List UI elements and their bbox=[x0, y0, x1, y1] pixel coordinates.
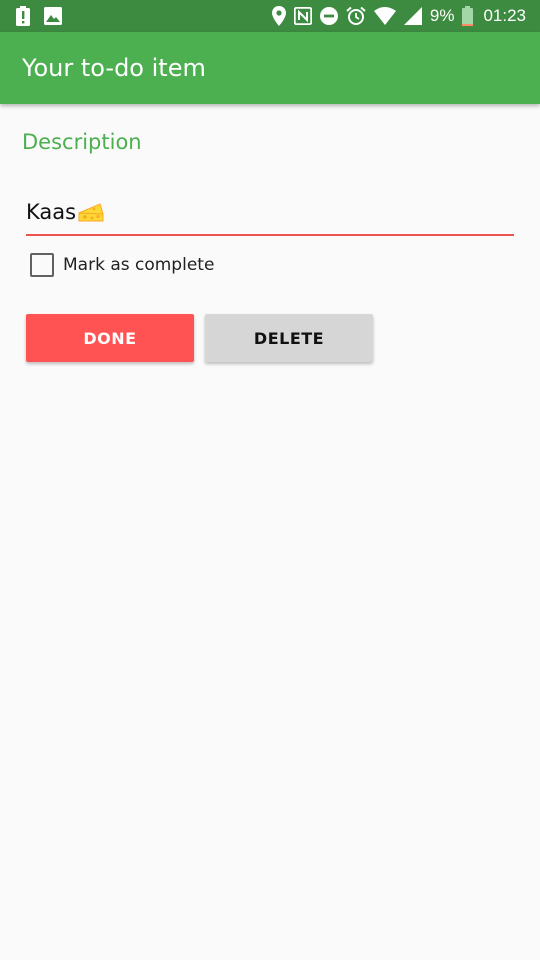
battery-percentage: 9% bbox=[429, 6, 455, 25]
wifi-icon bbox=[373, 7, 396, 25]
mark-complete-checkbox[interactable] bbox=[30, 253, 54, 277]
status-bar-right: 9% 01:23 bbox=[264, 6, 526, 26]
status-bar-left bbox=[16, 6, 76, 26]
location-icon bbox=[271, 6, 286, 26]
battery-icon bbox=[462, 6, 474, 26]
mark-complete-label: Mark as complete bbox=[63, 255, 215, 275]
description-field[interactable]: Kaas bbox=[26, 190, 514, 236]
image-icon bbox=[44, 7, 62, 25]
clock: 01:23 bbox=[483, 6, 526, 25]
nfc-icon bbox=[293, 7, 312, 25]
app-bar: Your to-do item bbox=[0, 32, 540, 104]
page-title: Your to-do item bbox=[22, 54, 206, 82]
do-not-disturb-icon bbox=[319, 7, 338, 25]
alert-icon bbox=[16, 6, 30, 26]
alarm-icon bbox=[346, 6, 366, 26]
mark-complete-row[interactable]: Mark as complete bbox=[30, 252, 214, 278]
cheese-icon bbox=[78, 201, 104, 223]
description-label: Description bbox=[22, 130, 142, 154]
done-button[interactable]: DONE bbox=[26, 314, 194, 362]
description-input[interactable]: Kaas bbox=[26, 200, 104, 224]
status-bar: 9% 01:23 bbox=[0, 0, 540, 32]
description-value: Kaas bbox=[26, 200, 77, 224]
signal-icon bbox=[403, 7, 422, 25]
delete-button[interactable]: DELETE bbox=[205, 314, 373, 362]
